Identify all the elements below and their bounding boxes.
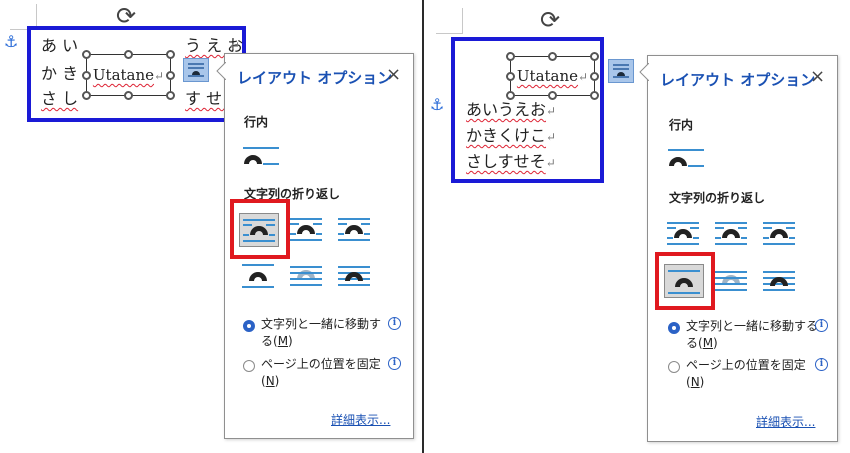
paragraph-mark: ↵ bbox=[154, 69, 165, 83]
see-more-link[interactable]: 詳細表示... bbox=[756, 413, 815, 430]
resize-handle-tl[interactable] bbox=[82, 50, 91, 59]
resize-handle-r[interactable] bbox=[590, 72, 599, 81]
radio-move-with-text[interactable] bbox=[243, 320, 255, 332]
layout-options-icon bbox=[613, 64, 629, 78]
panel-pointer bbox=[639, 63, 649, 81]
info-icon[interactable]: i bbox=[388, 357, 401, 370]
highlight-frame-selected-wrap bbox=[655, 252, 715, 310]
close-icon[interactable]: × bbox=[810, 68, 825, 86]
doc-row-1: あいうえお↵ bbox=[466, 100, 557, 119]
wrap-inline-option[interactable] bbox=[241, 142, 281, 170]
wrap-option-behind-text[interactable] bbox=[712, 264, 752, 298]
anchor-icon[interactable]: ⚓ bbox=[4, 34, 18, 50]
section-inline-heading: 行内 bbox=[669, 118, 694, 132]
accel-key: M bbox=[277, 334, 289, 348]
panel-title: レイアウト オプション bbox=[660, 71, 816, 89]
anchor-icon[interactable]: ⚓ bbox=[430, 97, 444, 113]
doc-row-3-lead: さ し bbox=[41, 89, 79, 108]
highlight-frame-selected-wrap bbox=[230, 199, 290, 259]
resize-handle-l[interactable] bbox=[506, 72, 515, 81]
resize-handle-br[interactable] bbox=[166, 91, 175, 100]
panel-pointer bbox=[216, 62, 226, 80]
radio-fix-label: ページ上の位置を固定 (N) bbox=[686, 358, 806, 389]
doc-row-3: さしすせそ↵ bbox=[466, 152, 556, 171]
info-icon[interactable]: i bbox=[815, 358, 828, 371]
layout-options-icon bbox=[188, 63, 204, 77]
radio-fix-on-page[interactable] bbox=[668, 361, 680, 373]
rotate-handle-icon[interactable]: ⟳ bbox=[540, 8, 560, 32]
wrap-inline-option[interactable] bbox=[666, 144, 706, 172]
resize-handle-b[interactable] bbox=[124, 91, 133, 100]
resize-handle-tl[interactable] bbox=[506, 52, 515, 61]
textbox[interactable]: Utatane↵ bbox=[510, 56, 595, 96]
resize-handle-l[interactable] bbox=[82, 71, 91, 80]
resize-handle-t[interactable] bbox=[548, 52, 557, 61]
info-icon[interactable]: i bbox=[388, 317, 401, 330]
paragraph-mark: ↵ bbox=[230, 39, 241, 53]
paragraph-mark: ↵ bbox=[545, 156, 556, 170]
accel-key: N bbox=[265, 374, 275, 388]
wrap-option-tight[interactable] bbox=[712, 217, 752, 251]
layout-options-panel: レイアウト オプション × 行内 文字列の折り返し bbox=[647, 55, 838, 442]
doc-row-2-lead: か き bbox=[41, 64, 79, 83]
wrap-option-tight[interactable] bbox=[287, 213, 327, 247]
radio-move-label: 文字列と一緒に移動する る(M) bbox=[686, 319, 819, 350]
radio-move-with-text[interactable] bbox=[668, 322, 680, 334]
radio-fix-label: ページ上の位置を固定 (N) bbox=[261, 357, 381, 388]
section-wrap-heading: 文字列の折り返し bbox=[669, 191, 766, 205]
wrap-option-through[interactable] bbox=[760, 217, 800, 251]
accel-key: N bbox=[690, 375, 700, 389]
radio-move-label: 文字列と一緒に移動す る(M) bbox=[261, 317, 382, 348]
layout-options-button[interactable] bbox=[608, 59, 634, 83]
wrap-option-behind-text[interactable] bbox=[287, 259, 327, 293]
paragraph-mark: ↵ bbox=[546, 130, 557, 144]
info-icon[interactable]: i bbox=[815, 319, 828, 332]
section-inline-heading: 行内 bbox=[244, 115, 269, 129]
textbox-text: Utatane bbox=[92, 66, 155, 84]
screen-divider bbox=[422, 0, 424, 453]
panel-title: レイアウト オプション bbox=[237, 69, 393, 87]
resize-handle-bl[interactable] bbox=[506, 91, 515, 100]
resize-handle-br[interactable] bbox=[590, 91, 599, 100]
resize-handle-tr[interactable] bbox=[590, 52, 599, 61]
resize-handle-b[interactable] bbox=[548, 91, 557, 100]
radio-fix-on-page[interactable] bbox=[243, 360, 255, 372]
see-more-link[interactable]: 詳細表示... bbox=[331, 411, 390, 428]
close-icon[interactable]: × bbox=[386, 66, 401, 84]
doc-row-2: かきくけこ↵ bbox=[466, 126, 557, 145]
resize-handle-tr[interactable] bbox=[166, 50, 175, 59]
resize-handle-bl[interactable] bbox=[82, 91, 91, 100]
textbox[interactable]: Utatane↵ bbox=[86, 54, 171, 96]
resize-handle-t[interactable] bbox=[124, 50, 133, 59]
resize-handle-r[interactable] bbox=[166, 71, 175, 80]
doc-row-1-lead: あ い bbox=[41, 36, 79, 55]
page-margin-mark bbox=[436, 33, 462, 34]
wrap-option-through[interactable] bbox=[335, 213, 375, 247]
page-margin-mark bbox=[462, 8, 463, 34]
wrap-option-square[interactable] bbox=[664, 217, 704, 251]
paragraph-mark: ↵ bbox=[546, 104, 557, 118]
wrap-option-in-front[interactable] bbox=[335, 259, 375, 293]
wrap-option-in-front[interactable] bbox=[760, 264, 800, 298]
rotate-handle-icon[interactable]: ⟳ bbox=[116, 4, 136, 28]
layout-options-button[interactable] bbox=[183, 58, 209, 82]
textbox-text: Utatane bbox=[516, 67, 579, 85]
accel-key: M bbox=[702, 336, 714, 350]
wrap-option-top-bottom[interactable] bbox=[239, 259, 279, 293]
paragraph-mark: ↵ bbox=[578, 70, 589, 84]
